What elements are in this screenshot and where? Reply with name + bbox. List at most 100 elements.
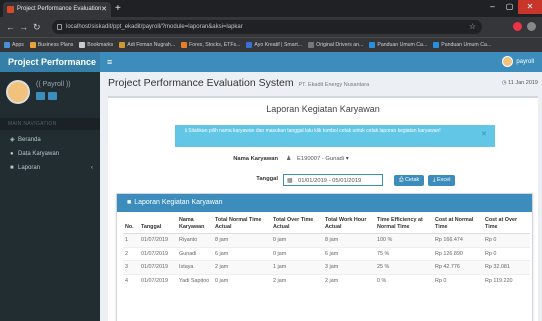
- close-window-icon[interactable]: ✕: [518, 0, 542, 14]
- chevron-down-icon: ▾: [345, 156, 349, 162]
- cell: 6 jam: [323, 246, 375, 261]
- cell: 2 jam: [323, 273, 375, 287]
- report-title: Laporan Kegiatan Karyawan: [266, 104, 380, 114]
- close-alert-icon[interactable]: ✕: [481, 131, 487, 138]
- cell: 0 jam: [271, 246, 323, 261]
- cell: Rp 0: [433, 273, 483, 287]
- gear-icon[interactable]: [48, 92, 57, 100]
- new-tab-icon[interactable]: +: [115, 1, 121, 16]
- main-content: Project Performance Evaluation System PT…: [100, 72, 542, 321]
- cell: 100 %: [375, 233, 433, 247]
- cell: Rp 42.776: [433, 260, 483, 274]
- bookmark-item[interactable]: Original Drivers an...: [308, 42, 363, 48]
- bookmark-item[interactable]: Adi Firman Nugrah...: [119, 42, 175, 48]
- employee-label: Nama Karyawan: [233, 156, 278, 162]
- page-title: Project Performance Evaluation System PT…: [108, 77, 370, 89]
- cell: Istaya: [177, 260, 213, 274]
- chevron-left-icon: ‹: [91, 165, 93, 171]
- sidebar-item-laporan[interactable]: ■ Laporan ‹: [0, 162, 100, 175]
- sidebar-item-beranda[interactable]: ◈ Beranda: [0, 134, 100, 147]
- table-header-row: No. Tanggal Nama Karyawan Total Normal T…: [123, 216, 530, 234]
- tab-title: Project Performance Evaluation: [17, 6, 102, 12]
- col-header: Time Efficiency at Normal Time: [375, 216, 433, 234]
- bookmark-item[interactable]: Apps: [4, 42, 24, 48]
- cell: 2 jam: [271, 273, 323, 287]
- report-card: Laporan Kegiatan Karyawan ℹ Silahkan pil…: [108, 96, 538, 321]
- window-controls: – ▢ ✕: [484, 0, 542, 14]
- cell: 01/07/2019: [139, 246, 177, 261]
- cell: 01/07/2019: [139, 233, 177, 247]
- cell: 1 jam: [271, 260, 323, 274]
- col-header: Total Normal Time Actual: [213, 216, 271, 234]
- col-header: Cost at Over Time: [483, 216, 530, 234]
- cell: Rp 166.474: [433, 233, 483, 247]
- app-brand[interactable]: Project Performance: [0, 52, 100, 72]
- back-icon[interactable]: ←: [6, 20, 15, 34]
- user-icon: ●: [10, 151, 14, 157]
- url-text: localhost/siskadit/ppt_ekadit/payroll/?m…: [66, 24, 243, 30]
- col-header: No.: [123, 216, 139, 234]
- sidebar-item-data-karyawan[interactable]: ● Data Karyawan: [0, 148, 100, 161]
- table-row: 4 01/07/2019 Yadi Sapitoo 0 jam 2 jam 2 jam 0 …: [123, 273, 530, 287]
- sidebar: (( Payroll )) MAIN NAVIGATION ◈ Beranda ●…: [0, 72, 100, 321]
- bookmark-item[interactable]: Bookmarks: [79, 42, 113, 48]
- dashboard-icon: ◈: [10, 137, 15, 143]
- print-button[interactable]: ⎙ Cetak: [394, 175, 425, 186]
- cell: 3 jam: [323, 260, 375, 274]
- file-icon: ■: [10, 165, 14, 171]
- browser-chrome: Project Performance Evaluation ✕ + – ▢ ✕…: [0, 0, 542, 52]
- bookmark-item[interactable]: Panduan Umum Ca...: [369, 42, 427, 48]
- bookmark-item[interactable]: Business Plans: [29, 42, 73, 48]
- table-row: 1 01/07/2019 Riyanto 8 jam 0 jam 8 jam 100 % Rp…: [123, 233, 530, 247]
- table-row: 3 01/07/2019 Istaya 2 jam 1 jam 3 jam 25 % Rp 4…: [123, 260, 530, 274]
- profile-icon[interactable]: [527, 22, 536, 31]
- cell: 1: [123, 233, 139, 247]
- minimize-icon[interactable]: –: [484, 0, 501, 14]
- cell: 4: [123, 273, 139, 287]
- avatar: [502, 56, 514, 67]
- report-table-box: ■ Laporan Kegiatan Karyawan No. Tanggal N…: [116, 193, 533, 321]
- cell: 6 jam: [213, 246, 271, 261]
- user-panel: (( Payroll )): [6, 80, 96, 110]
- cell: Rp 126.890: [433, 246, 483, 261]
- info-icon: [57, 24, 62, 30]
- employee-select[interactable]: ♟ E190007 - Gunadi ▾: [283, 153, 403, 165]
- reload-icon[interactable]: ↻: [33, 20, 41, 34]
- col-header: Nama Karyawan: [177, 216, 213, 234]
- address-bar[interactable]: localhost/siskadit/ppt_ekadit/payroll/?m…: [52, 20, 482, 34]
- close-tab-icon[interactable]: ✕: [101, 2, 107, 17]
- browser-tab[interactable]: Project Performance Evaluation ✕: [3, 2, 111, 17]
- file-icon: ■: [127, 199, 132, 206]
- bookmark-item[interactable]: Panduan Umum Ca...: [433, 42, 491, 48]
- cell: Gunadi: [177, 246, 213, 261]
- user-menu[interactable]: payroll: [502, 56, 534, 67]
- info-alert: ℹ Silahkan pilih nama karyawan dan masuk…: [175, 125, 495, 147]
- bookmark-item[interactable]: Forex, Stocks, ETFs...: [181, 42, 240, 48]
- cell: Rp 32.081: [483, 260, 530, 274]
- nav-header: MAIN NAVIGATION: [0, 118, 100, 130]
- calendar-icon: ▦: [287, 178, 293, 184]
- menu-toggle-icon[interactable]: ≡: [107, 56, 112, 68]
- excel-button[interactable]: ⤓ Excel: [428, 175, 456, 186]
- date-label: Tanggal: [256, 176, 278, 182]
- col-header: Tanggal: [139, 216, 177, 234]
- cell: Rp 119.220: [483, 273, 530, 287]
- user-icon[interactable]: [36, 92, 45, 100]
- bookmark-item[interactable]: Ayo Kreatif | Smart...: [246, 42, 302, 48]
- maximize-icon[interactable]: ▢: [501, 0, 518, 14]
- bookmarks-bar: Apps Business Plans Bookmarks Adi Firman…: [0, 37, 542, 52]
- favicon-icon: [7, 6, 14, 13]
- extension-icon[interactable]: [513, 22, 522, 31]
- cell: 8 jam: [323, 233, 375, 247]
- date-range-input[interactable]: ▦ 01/01/2019 - 05/01/2019: [283, 174, 383, 186]
- col-header: Cost at Normal Time: [433, 216, 483, 234]
- cell: 8 jam: [213, 233, 271, 247]
- cell: 01/07/2019: [139, 260, 177, 274]
- page-date: ◷ 11 Jan 2019: [501, 80, 538, 86]
- cell: 25 %: [375, 260, 433, 274]
- forward-icon[interactable]: →: [19, 20, 28, 34]
- sidebar-avatar: [6, 80, 30, 104]
- cell: 01/07/2019: [139, 273, 177, 287]
- cell: Yadi Sapitoo: [177, 273, 213, 287]
- bookmark-star-icon[interactable]: ☆: [469, 20, 476, 34]
